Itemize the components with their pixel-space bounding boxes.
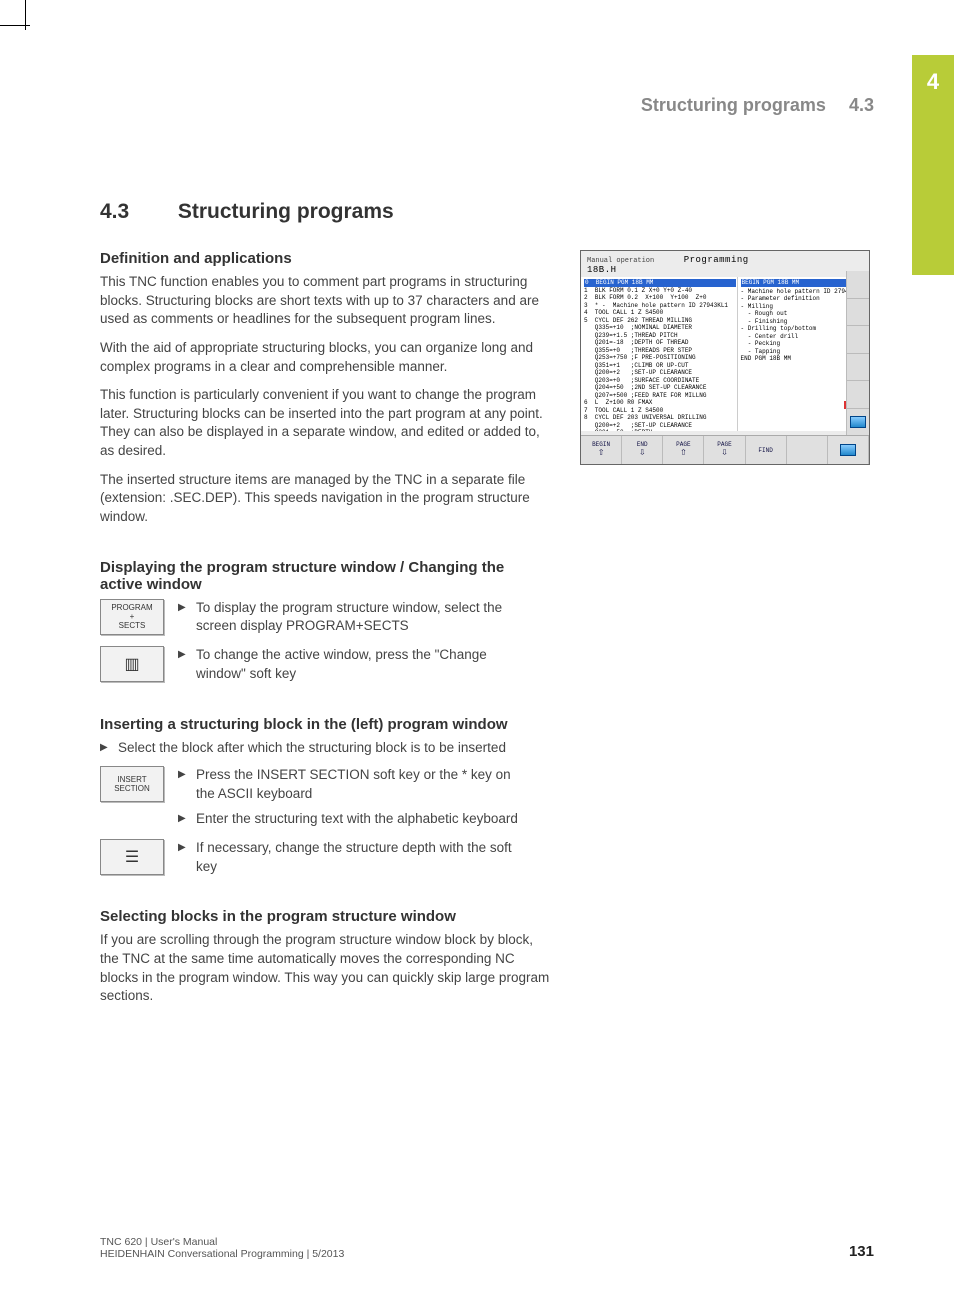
footer-line1: TNC 620 | User's Manual: [100, 1236, 344, 1248]
footer-line2: HEIDENHAIN Conversational Programming | …: [100, 1248, 344, 1260]
ss-side-box[interactable]: [847, 326, 869, 354]
ss-softkey-begin[interactable]: BEGIN⇧: [581, 436, 622, 464]
layout-icon: [850, 416, 866, 428]
ss-side-box[interactable]: [847, 381, 869, 409]
ss-file: 18B.H: [581, 265, 869, 277]
definition-p3: This function is particularly convenient…: [100, 386, 550, 461]
definition-p2: With the aid of appropriate structuring …: [100, 339, 550, 376]
arrow-down-icon: ⇩: [639, 448, 646, 459]
softkey-structure-depth[interactable]: ☰: [100, 839, 164, 875]
ss-side-box[interactable]: [847, 409, 869, 437]
running-head-num: 4.3: [849, 95, 874, 115]
bullets: Press the INSERT SECTION soft key or the…: [178, 766, 526, 835]
bullet: To display the program structure window,…: [178, 599, 526, 637]
bullet: Press the INSERT SECTION soft key or the…: [178, 766, 526, 804]
ss-left-lines: 1 BLK FORM 0.1 Z X+0 Y+0 Z-402 BLK FORM …: [584, 287, 734, 432]
arrow-down-icon: ⇩: [721, 448, 728, 459]
body: 4.3 Structuring programs Definition and …: [100, 200, 870, 1016]
ss-title: Programming: [684, 255, 749, 265]
ss-side-box[interactable]: [847, 271, 869, 299]
softkey-change-window[interactable]: ▥: [100, 646, 164, 682]
ss-softkey-layout[interactable]: [828, 436, 869, 464]
bullets: To change the active window, press the "…: [178, 646, 526, 690]
inserting-heading: Inserting a structuring block in the (le…: [100, 716, 540, 733]
ss-program-pane: 0 BEGIN PGM 18B MM 1 BLK FORM 0.1 Z X+0 …: [581, 277, 737, 431]
selecting-heading: Selecting blocks in the program structur…: [100, 908, 870, 925]
definition-col: Definition and applications This TNC fun…: [100, 250, 550, 537]
bullet: If necessary, change the structure depth…: [178, 839, 526, 877]
figure-col: Manual operation Programming 18B.H 0 BEG…: [580, 250, 870, 465]
displaying-heading: Displaying the program structure window …: [100, 559, 540, 593]
page-number: 131: [849, 1243, 874, 1260]
crop-mark-v: [25, 0, 26, 30]
instr-row: ☰ If necessary, change the structure dep…: [100, 839, 870, 883]
chapter-tab: 4: [912, 55, 954, 275]
ss-mode: Manual operation: [587, 257, 654, 265]
tnc-screenshot: Manual operation Programming 18B.H 0 BEG…: [580, 250, 870, 465]
ss-softkey-find[interactable]: FIND: [746, 436, 787, 464]
section-number: 4.3: [100, 200, 172, 224]
ss-title-row: Manual operation Programming: [581, 251, 869, 265]
bullet: To change the active window, press the "…: [178, 646, 526, 684]
footer: TNC 620 | User's Manual HEIDENHAIN Conve…: [100, 1236, 874, 1260]
section-heading: 4.3 Structuring programs: [100, 200, 870, 224]
footer-lines: TNC 620 | User's Manual HEIDENHAIN Conve…: [100, 1236, 344, 1260]
arrow-up-icon: ⇧: [598, 448, 605, 459]
instr-row: ▥ To change the active window, press the…: [100, 646, 870, 690]
ss-softkey-end[interactable]: END⇩: [622, 436, 663, 464]
ss-side-panel: [846, 271, 869, 436]
indent-icon: ☰: [125, 847, 139, 867]
arrow-up-icon: ⇧: [680, 448, 687, 459]
ss-softkey-page-down[interactable]: PAGE⇩: [704, 436, 745, 464]
bullets: To display the program structure window,…: [178, 599, 526, 643]
softkey-program-sects[interactable]: PROGRAM + SECTS: [100, 599, 164, 635]
ss-side-box[interactable]: [847, 299, 869, 327]
bullet: Select the block after which the structu…: [100, 739, 548, 758]
ss-columns: 0 BEGIN PGM 18B MM 1 BLK FORM 0.1 Z X+0 …: [581, 277, 869, 431]
ss-side-box[interactable]: [847, 354, 869, 382]
layout-icon: [840, 444, 856, 456]
softkey-insert-section[interactable]: INSERT SECTION: [100, 766, 164, 802]
bullets: If necessary, change the structure depth…: [178, 839, 526, 883]
running-head-title: Structuring programs: [641, 95, 826, 115]
ss-softkey-page-up[interactable]: PAGE⇧: [663, 436, 704, 464]
selecting-p1: If you are scrolling through the program…: [100, 931, 550, 1006]
running-head: Structuring programs 4.3: [641, 95, 874, 116]
page: 4 Structuring programs 4.3 4.3 Structuri…: [0, 0, 954, 1315]
definition-heading: Definition and applications: [100, 250, 550, 267]
section-title: Structuring programs: [178, 200, 394, 223]
bullet: Enter the structuring text with the alph…: [178, 810, 526, 829]
instr-row: PROGRAM + SECTS To display the program s…: [100, 599, 870, 643]
ss-softkey-blank[interactable]: [787, 436, 828, 464]
split-window-icon: ▥: [124, 654, 139, 674]
definition-row: Definition and applications This TNC fun…: [100, 250, 870, 537]
bullets: Select the block after which the structu…: [100, 739, 870, 758]
instr-row: INSERT SECTION Press the INSERT SECTION …: [100, 766, 870, 835]
definition-p1: This TNC function enables you to comment…: [100, 273, 550, 329]
definition-p4: The inserted structure items are managed…: [100, 471, 550, 527]
ss-softkey-row: BEGIN⇧ END⇩ PAGE⇧ PAGE⇩ FIND: [581, 435, 869, 464]
ss-left-hl: 0 BEGIN PGM 18B MM: [584, 279, 736, 287]
chapter-number: 4: [912, 69, 954, 95]
